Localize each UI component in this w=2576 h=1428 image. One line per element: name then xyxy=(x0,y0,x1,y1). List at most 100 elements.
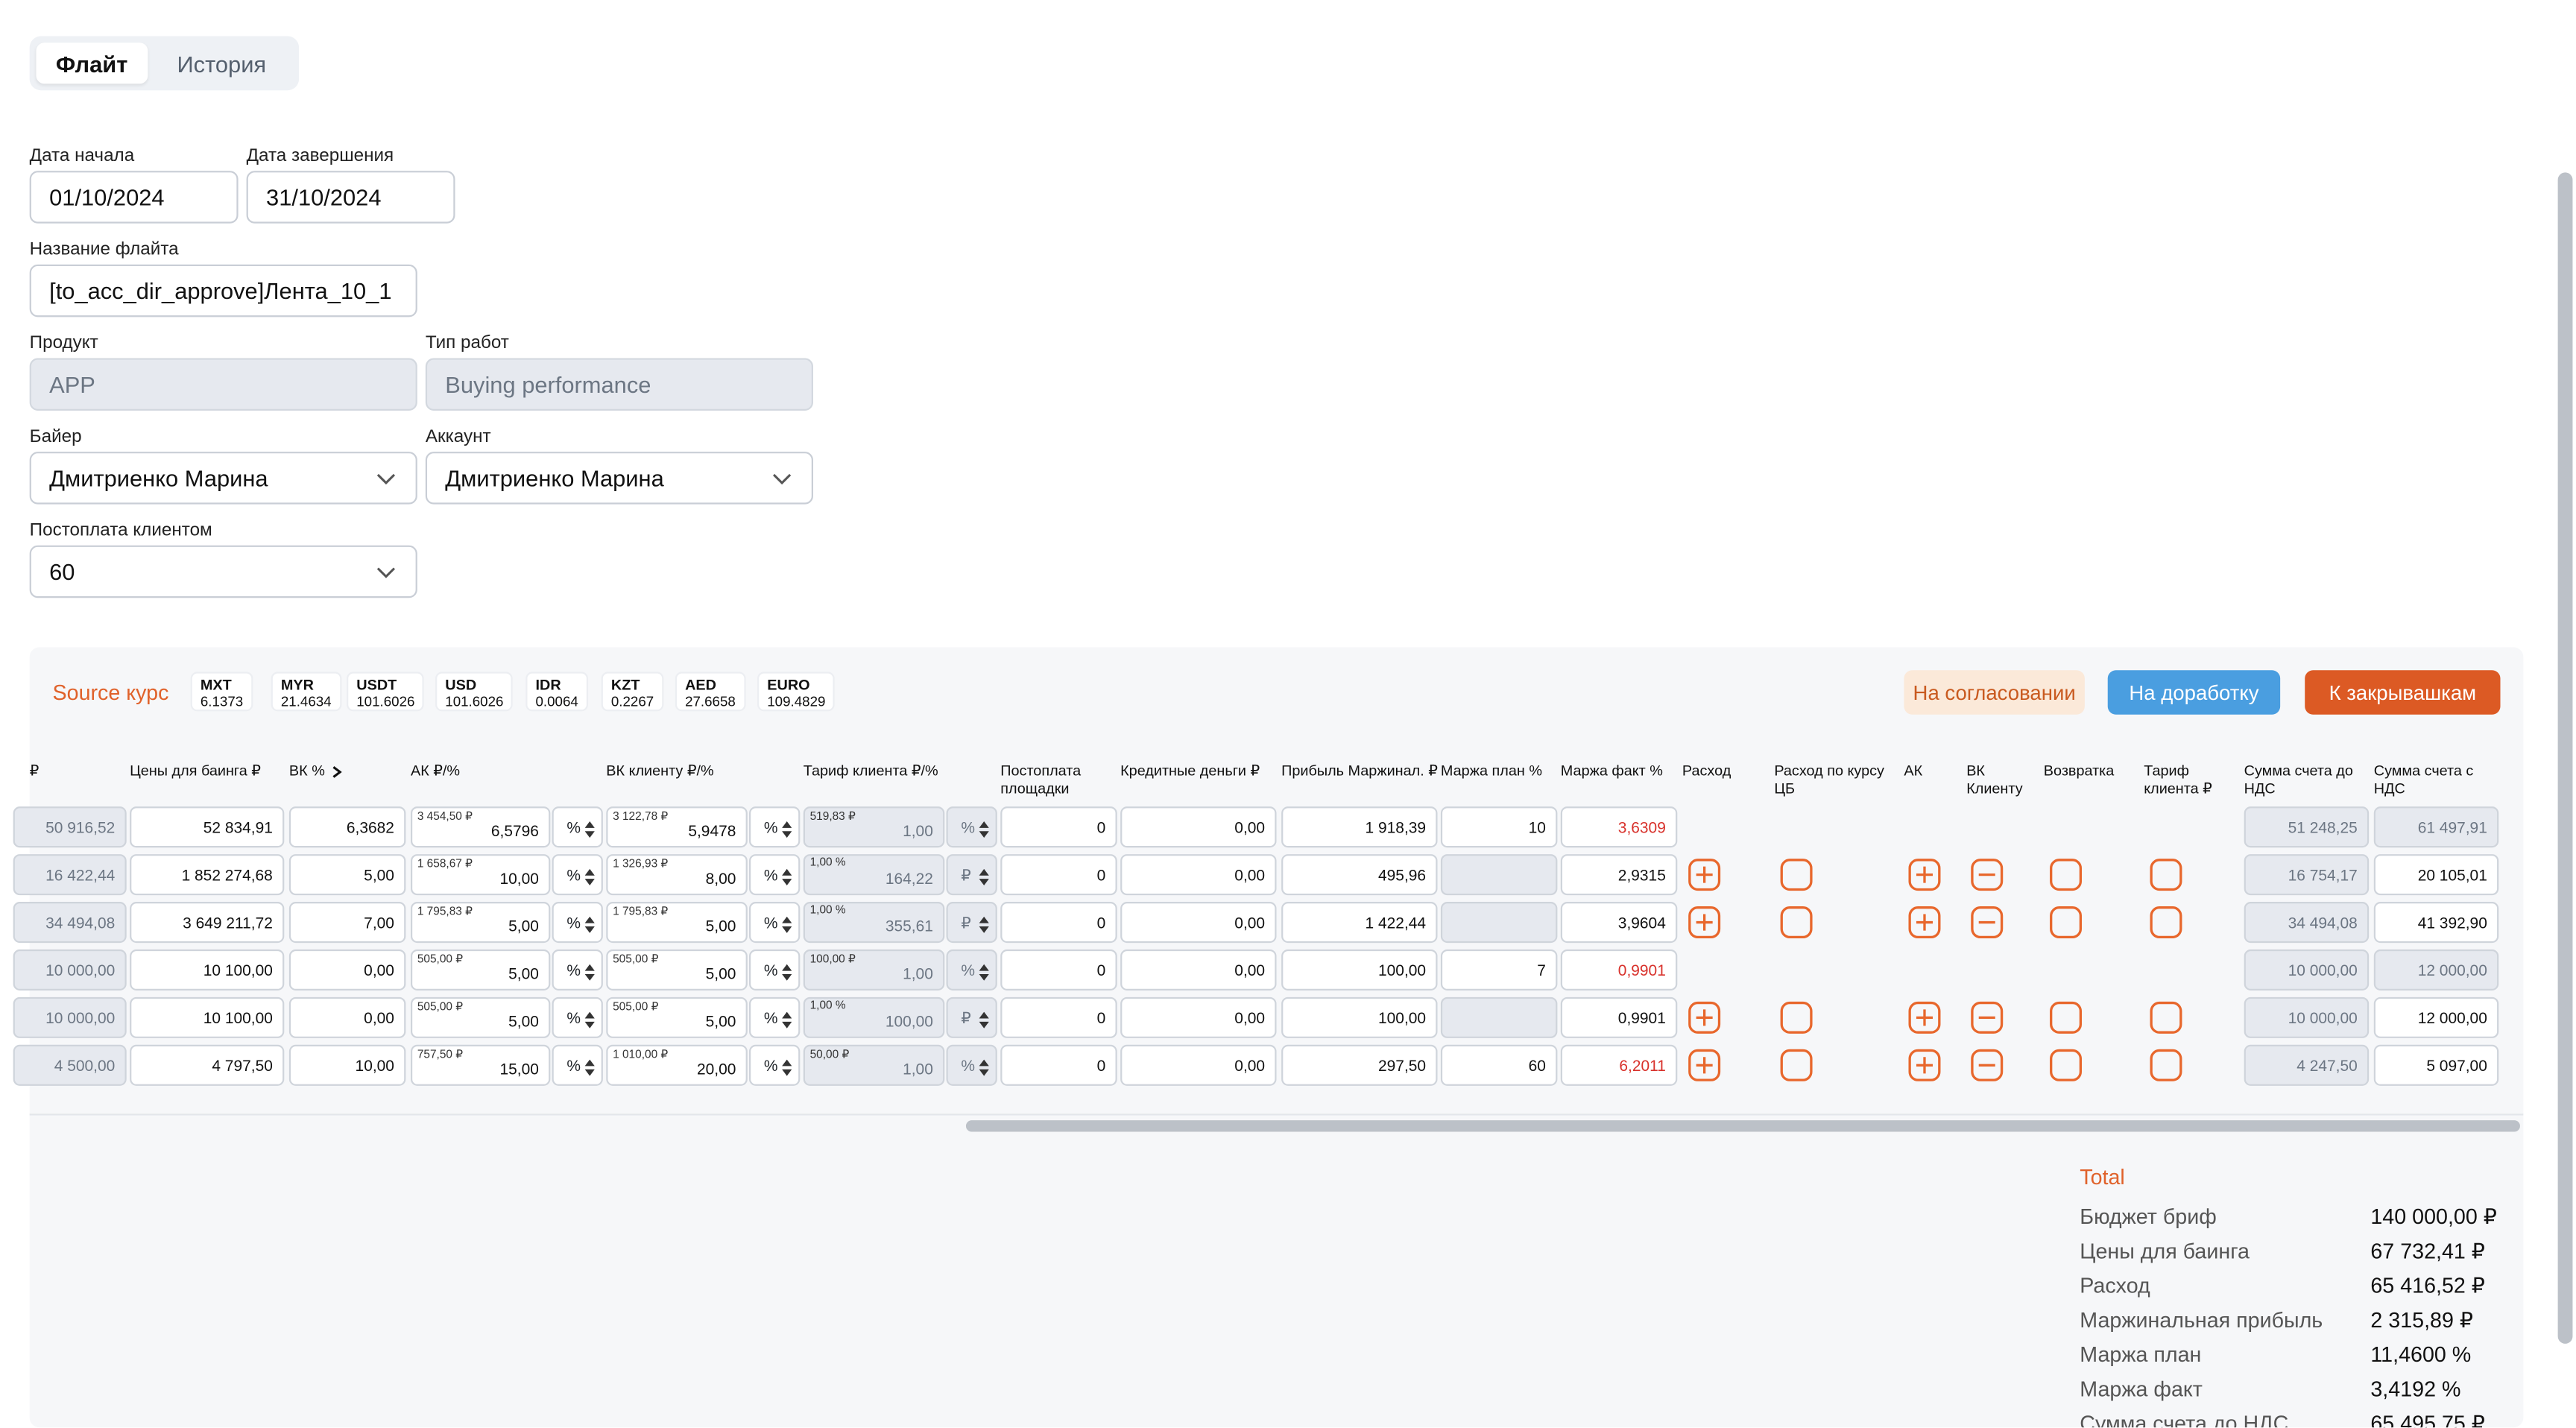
checkbox[interactable] xyxy=(2149,857,2183,891)
remove-icon[interactable] xyxy=(1970,1000,2004,1034)
checkbox[interactable] xyxy=(2048,1048,2083,1082)
close-docs-button[interactable]: К закрывашкам xyxy=(2305,670,2501,715)
checkbox[interactable] xyxy=(2149,1048,2183,1082)
add-icon[interactable] xyxy=(1688,905,1722,939)
vk-client-field[interactable]: 1 010,00 ₽ 20,00 xyxy=(606,1044,748,1086)
invoice-vat-field[interactable]: 12 000,00 xyxy=(2373,996,2499,1038)
credit-field[interactable]: 0,00 xyxy=(1120,996,1277,1038)
checkbox[interactable] xyxy=(1779,857,1813,891)
add-icon[interactable] xyxy=(1907,857,1942,891)
invoice-vat-field[interactable]: 41 392,90 xyxy=(2373,901,2499,944)
vk-client-unit-select[interactable]: % xyxy=(749,806,801,848)
margin-fact-field[interactable]: 3,9604 xyxy=(1560,901,1678,944)
checkbox[interactable] xyxy=(2048,905,2083,939)
rework-button[interactable]: На доработку xyxy=(2107,670,2281,715)
profit-field[interactable]: 100,00 xyxy=(1281,996,1438,1038)
invoice-vat-field[interactable]: 20 105,01 xyxy=(2373,854,2499,896)
margin-plan-field[interactable]: 7 xyxy=(1440,949,1558,991)
postpay-select[interactable]: 60 xyxy=(29,545,417,598)
credit-field[interactable]: 0,00 xyxy=(1120,949,1277,991)
add-icon[interactable] xyxy=(1688,1000,1722,1034)
platform-postpay-field[interactable]: 0 xyxy=(1000,901,1117,944)
buying-price-field[interactable]: 4 797,50 xyxy=(130,1044,285,1086)
buying-price-field[interactable]: 10 100,00 xyxy=(130,949,285,991)
checkbox[interactable] xyxy=(1779,1048,1813,1082)
checkbox[interactable] xyxy=(2048,857,2083,891)
checkbox[interactable] xyxy=(1779,905,1813,939)
tab-history[interactable]: История xyxy=(157,42,286,83)
tab-flight[interactable]: Флайт xyxy=(36,42,148,84)
ak-unit-select[interactable]: % xyxy=(552,854,603,896)
add-icon[interactable] xyxy=(1688,857,1722,891)
buying-price-field[interactable]: 52 834,91 xyxy=(130,806,285,848)
vk-percent-field[interactable]: 0,00 xyxy=(288,996,406,1038)
horizontal-scrollbar[interactable] xyxy=(965,1120,2520,1132)
ak-field[interactable]: 757,50 ₽ 15,00 xyxy=(411,1044,551,1086)
profit-field[interactable]: 495,96 xyxy=(1281,854,1438,896)
remove-icon[interactable] xyxy=(1970,905,2004,939)
platform-postpay-field[interactable]: 0 xyxy=(1000,949,1117,991)
vk-percent-field[interactable]: 10,00 xyxy=(288,1044,406,1086)
buyer-select[interactable]: Дмитриенко Марина xyxy=(29,452,417,505)
remove-icon[interactable] xyxy=(1970,857,2004,891)
checkbox[interactable] xyxy=(2048,1000,2083,1034)
profit-field[interactable]: 297,50 xyxy=(1281,1044,1438,1086)
vk-client-unit-select[interactable]: % xyxy=(749,1044,801,1086)
checkbox[interactable] xyxy=(1779,1000,1813,1034)
buying-price-field[interactable]: 1 852 274,68 xyxy=(130,854,285,896)
margin-fact-field[interactable]: 2,9315 xyxy=(1560,854,1678,896)
ak-field[interactable]: 3 454,50 ₽ 6,5796 xyxy=(411,806,551,848)
profit-field[interactable]: 1 422,44 xyxy=(1281,901,1438,944)
end-date-field[interactable]: 31/10/2024 xyxy=(246,171,455,224)
vertical-scrollbar[interactable] xyxy=(2557,172,2573,1344)
margin-plan-field[interactable]: 60 xyxy=(1440,1044,1558,1086)
credit-field[interactable]: 0,00 xyxy=(1120,806,1277,848)
vk-client-field[interactable]: 3 122,78 ₽ 5,9478 xyxy=(606,806,748,848)
ak-field[interactable]: 1 795,83 ₽ 5,00 xyxy=(411,901,551,944)
ak-unit-select[interactable]: % xyxy=(552,806,603,848)
vk-client-unit-select[interactable]: % xyxy=(749,949,801,991)
vk-client-field[interactable]: 1 326,93 ₽ 8,00 xyxy=(606,854,748,896)
credit-field[interactable]: 0,00 xyxy=(1120,901,1277,944)
remove-icon[interactable] xyxy=(1970,1048,2004,1082)
checkbox[interactable] xyxy=(2149,905,2183,939)
invoice-vat-field[interactable]: 5 097,00 xyxy=(2373,1044,2499,1086)
flight-name-field[interactable]: [to_acc_dir_approve]Лента_10_1 xyxy=(29,264,417,317)
add-icon[interactable] xyxy=(1907,905,1942,939)
platform-postpay-field[interactable]: 0 xyxy=(1000,806,1117,848)
margin-fact-field[interactable]: 0,9901 xyxy=(1560,996,1678,1038)
vk-percent-field[interactable]: 7,00 xyxy=(288,901,406,944)
checkbox[interactable] xyxy=(2149,1000,2183,1034)
credit-field[interactable]: 0,00 xyxy=(1120,854,1277,896)
platform-postpay-field[interactable]: 0 xyxy=(1000,854,1117,896)
ak-field[interactable]: 505,00 ₽ 5,00 xyxy=(411,996,551,1038)
vk-client-unit-select[interactable]: % xyxy=(749,996,801,1038)
margin-fact-field[interactable]: 6,2011 xyxy=(1560,1044,1678,1086)
buying-price-field[interactable]: 10 100,00 xyxy=(130,996,285,1038)
vk-client-unit-select[interactable]: % xyxy=(749,854,801,896)
margin-fact-field[interactable]: 0,9901 xyxy=(1560,949,1678,991)
profit-field[interactable]: 100,00 xyxy=(1281,949,1438,991)
add-icon[interactable] xyxy=(1907,1048,1942,1082)
vk-client-field[interactable]: 505,00 ₽ 5,00 xyxy=(606,996,748,1038)
vk-percent-field[interactable]: 5,00 xyxy=(288,854,406,896)
profit-field[interactable]: 1 918,39 xyxy=(1281,806,1438,848)
vk-percent-field[interactable]: 6,3682 xyxy=(288,806,406,848)
margin-plan-field[interactable]: 10 xyxy=(1440,806,1558,848)
col-header-vk[interactable]: ВК % xyxy=(289,762,341,780)
vk-client-unit-select[interactable]: % xyxy=(749,901,801,944)
ak-unit-select[interactable]: % xyxy=(552,901,603,944)
buying-price-field[interactable]: 3 649 211,72 xyxy=(130,901,285,944)
platform-postpay-field[interactable]: 0 xyxy=(1000,996,1117,1038)
ak-unit-select[interactable]: % xyxy=(552,996,603,1038)
start-date-field[interactable]: 01/10/2024 xyxy=(29,171,239,224)
ak-unit-select[interactable]: % xyxy=(552,949,603,991)
add-icon[interactable] xyxy=(1688,1048,1722,1082)
platform-postpay-field[interactable]: 0 xyxy=(1000,1044,1117,1086)
margin-fact-field[interactable]: 3,6309 xyxy=(1560,806,1678,848)
credit-field[interactable]: 0,00 xyxy=(1120,1044,1277,1086)
vk-percent-field[interactable]: 0,00 xyxy=(288,949,406,991)
vk-client-field[interactable]: 505,00 ₽ 5,00 xyxy=(606,949,748,991)
ak-field[interactable]: 1 658,67 ₽ 10,00 xyxy=(411,854,551,896)
vk-client-field[interactable]: 1 795,83 ₽ 5,00 xyxy=(606,901,748,944)
